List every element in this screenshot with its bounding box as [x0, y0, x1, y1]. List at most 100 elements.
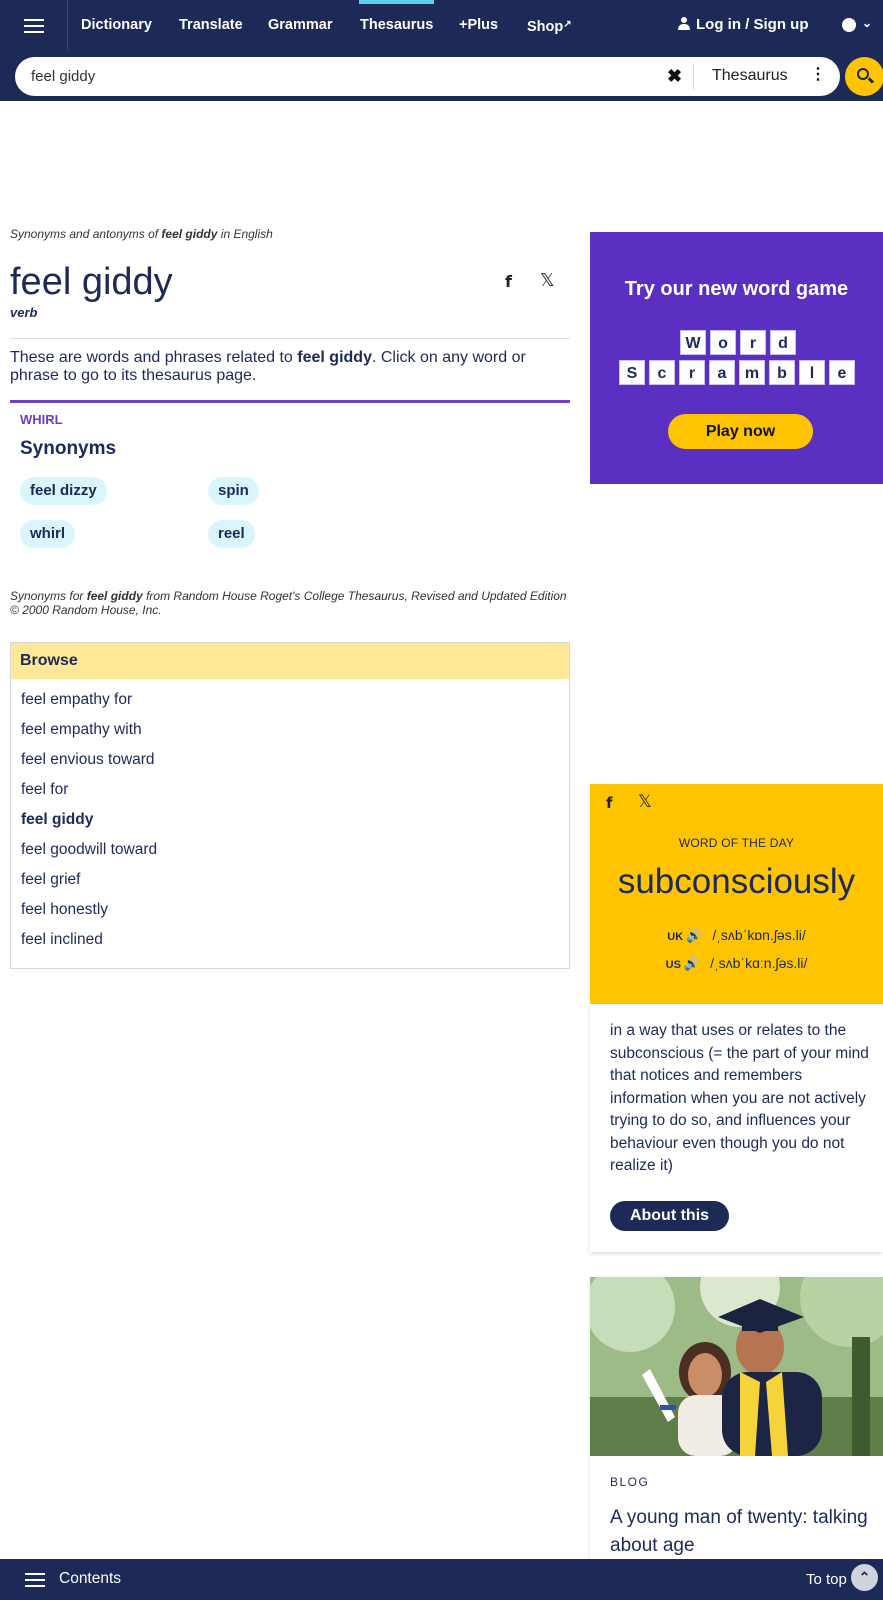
- divider: [693, 63, 694, 90]
- x-twitter-icon[interactable]: 𝕏: [540, 270, 555, 291]
- browse-item[interactable]: feel inclined: [11, 925, 569, 955]
- nav-grammar[interactable]: Grammar: [268, 0, 332, 51]
- graduation-photo: [590, 1277, 883, 1456]
- letter-tile: c: [649, 360, 675, 385]
- letter-tile: m: [739, 360, 765, 385]
- menu-button[interactable]: [0, 0, 68, 51]
- synonym-pill[interactable]: feel dizzy: [20, 477, 107, 505]
- browse-panel: Browse feel empathy for feel empathy wit…: [10, 642, 570, 969]
- ipa: /ˌsʌbˈkɑːn.ʃəs.li/: [710, 955, 808, 971]
- source-prefix: Synonyms for: [10, 589, 84, 603]
- bottom-bar: Contents To top ⌃: [0, 1559, 883, 1600]
- browse-item[interactable]: feel honestly: [11, 895, 569, 925]
- wotd-label: WORD OF THE DAY: [678, 836, 795, 850]
- intro-text: These are words and phrases related to f…: [10, 349, 570, 385]
- letter-tile: d: [770, 330, 796, 355]
- browse-item[interactable]: feel empathy with: [11, 715, 569, 745]
- letter-tile: r: [679, 360, 705, 385]
- breadcrumb: Synonyms and antonyms of feel giddy in E…: [10, 227, 273, 241]
- wotd-word[interactable]: subconsciously: [590, 862, 883, 902]
- word-of-the-day: f 𝕏 WORD OF THE DAY subconsciously UK 🔊/ˌ…: [590, 784, 883, 1004]
- browse-list: feel empathy for feel empathy with feel …: [11, 679, 569, 955]
- letter-tile: a: [709, 360, 735, 385]
- contents-link[interactable]: Contents: [59, 1570, 121, 1588]
- external-link-icon: ↗: [563, 19, 572, 30]
- hamburger-icon[interactable]: [25, 1573, 45, 1587]
- nav-shop[interactable]: Shop↗: [527, 0, 572, 51]
- synonyms-heading: Synonyms: [20, 438, 117, 459]
- nav-translate[interactable]: Translate: [179, 0, 243, 51]
- dictionary-select[interactable]: Thesaurus: [712, 67, 788, 85]
- search-input[interactable]: [31, 57, 631, 96]
- chevron-down-icon[interactable]: ⌄: [862, 16, 872, 30]
- login-link[interactable]: Log in / Sign up: [678, 0, 808, 51]
- sense-divider: [10, 400, 570, 403]
- about-this-button[interactable]: About this: [610, 1201, 729, 1231]
- intro-prefix: These are words and phrases related to: [10, 349, 293, 366]
- letter-tile: l: [799, 360, 825, 385]
- wotd-definition-card: in a way that uses or relates to the sub…: [590, 1004, 883, 1252]
- clear-icon[interactable]: ✖: [667, 66, 682, 87]
- globe-icon[interactable]: [842, 18, 856, 32]
- region-label: US: [665, 959, 681, 971]
- blog-kicker: BLOG: [610, 1475, 650, 1489]
- synonym-pill[interactable]: whirl: [20, 520, 76, 548]
- letter-tile: W: [680, 330, 706, 355]
- letter-tile: e: [829, 360, 855, 385]
- nav-dictionary[interactable]: Dictionary: [81, 0, 152, 51]
- nav-plus[interactable]: +Plus: [459, 0, 498, 51]
- blog-card[interactable]: BLOG A young man of twenty: talking abou…: [590, 1277, 883, 1567]
- blog-image: [590, 1277, 883, 1456]
- play-now-button[interactable]: Play now: [668, 414, 813, 449]
- chevron-up-icon[interactable]: ⌃: [851, 1564, 878, 1591]
- search-bar: ✖ Thesaurus ⋮: [0, 51, 883, 101]
- page-title: feel giddy: [10, 261, 173, 303]
- search-button[interactable]: [845, 57, 883, 96]
- synonym-pill[interactable]: reel: [208, 520, 255, 548]
- speaker-icon[interactable]: 🔊: [684, 957, 700, 972]
- intro-word: feel giddy: [297, 349, 372, 366]
- letter-tile: S: [619, 360, 645, 385]
- synonym-pill[interactable]: spin: [208, 477, 259, 505]
- facebook-icon[interactable]: f: [505, 272, 512, 291]
- more-options-icon[interactable]: ⋮: [810, 67, 826, 83]
- nav-thesaurus[interactable]: Thesaurus: [359, 0, 435, 51]
- sense-label: WHIRL: [20, 412, 63, 427]
- part-of-speech: verb: [10, 305, 38, 320]
- user-icon: [678, 17, 690, 30]
- browse-item[interactable]: feel goodwill toward: [11, 835, 569, 865]
- pronunciation-uk: UK 🔊 /ˌsʌbˈkɒn.ʃəs.li/: [590, 927, 883, 944]
- pronunciation-us: US 🔊 /ˌsʌbˈkɑːn.ʃəs.li/: [590, 955, 883, 972]
- divider: [10, 338, 570, 339]
- word-game-promo[interactable]: Try our new word game W o r d S c r a m …: [590, 232, 883, 484]
- hamburger-icon: [23, 18, 44, 33]
- login-label: Log in / Sign up: [696, 16, 809, 33]
- browse-item-current[interactable]: feel giddy: [11, 805, 569, 835]
- source-word: feel giddy: [86, 589, 143, 603]
- region-label: UK: [667, 931, 684, 943]
- speaker-icon[interactable]: 🔊: [686, 929, 702, 944]
- search-icon-handle: [867, 77, 875, 84]
- crumb-suffix: in English: [220, 227, 273, 241]
- browse-item[interactable]: feel envious toward: [11, 745, 569, 775]
- wotd-definition: in a way that uses or relates to the sub…: [610, 1022, 869, 1174]
- blog-title[interactable]: A young man of twenty: talking about age: [610, 1504, 875, 1560]
- search-box: ✖ Thesaurus ⋮: [15, 57, 840, 96]
- browse-item[interactable]: feel empathy for: [11, 685, 569, 715]
- x-twitter-icon[interactable]: 𝕏: [638, 792, 652, 812]
- crumb-word: feel giddy: [161, 227, 218, 241]
- to-top-link[interactable]: To top: [806, 1571, 847, 1588]
- browse-item[interactable]: feel for: [11, 775, 569, 805]
- crumb-prefix: Synonyms and antonyms of: [10, 227, 159, 241]
- letter-tile: b: [769, 360, 795, 385]
- browse-heading: Browse: [11, 643, 569, 679]
- nav-shop-label: Shop: [527, 19, 564, 35]
- letter-tile: r: [740, 330, 766, 355]
- ipa: /ˌsʌbˈkɒn.ʃəs.li/: [712, 927, 806, 943]
- source-credit: Synonyms for feel giddy from Random Hous…: [10, 589, 575, 617]
- promo-title: Try our new word game: [624, 278, 849, 300]
- letter-tile: o: [710, 330, 736, 355]
- facebook-icon[interactable]: f: [606, 794, 613, 812]
- browse-item[interactable]: feel grief: [11, 865, 569, 895]
- top-nav: Dictionary Translate Grammar Thesaurus +…: [0, 0, 883, 51]
